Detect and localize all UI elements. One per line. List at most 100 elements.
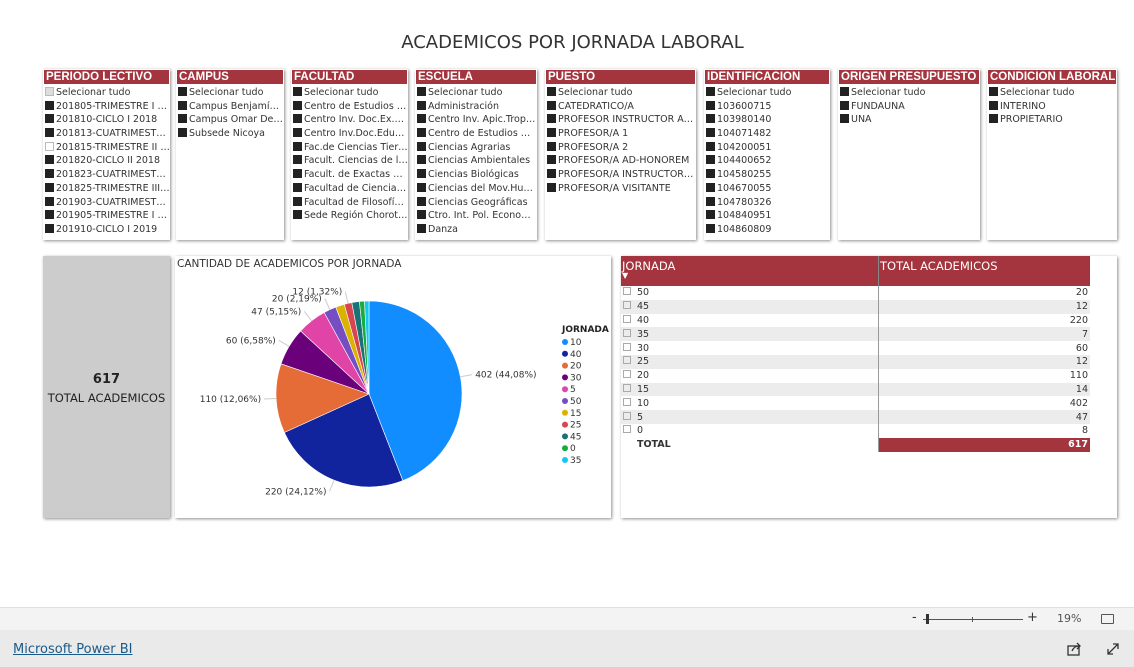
zoom-slider-thumb[interactable] [926,614,929,624]
checkbox-icon[interactable] [706,128,715,138]
slicer-item[interactable]: 201905-TRIMESTRE I 2… [43,209,170,223]
slicer-item[interactable]: Campus Benjamín … [176,100,284,114]
slicer-item[interactable]: UNA [838,113,980,127]
slicer-item[interactable]: 104400652 [704,154,830,168]
slicer-item[interactable]: Sede Región Chorote… [291,209,408,223]
checkbox-icon[interactable] [178,128,187,138]
slicer-item[interactable]: 104780326 [704,196,830,210]
checkbox-icon[interactable] [547,128,556,138]
expand-icon[interactable] [623,383,631,392]
expand-icon[interactable] [623,356,631,365]
expand-icon[interactable] [623,314,631,323]
slicer-item[interactable]: PROFESOR/A AD-HONOREM [545,154,696,168]
legend-item-35[interactable]: 35 [570,456,581,466]
slicer-item[interactable]: Fac.de Ciencias Tierra… [291,141,408,155]
checkbox-icon[interactable] [417,114,426,124]
slicer-item[interactable]: Campus Omar Den… [176,113,284,127]
checkbox-icon[interactable] [706,182,715,192]
power-bi-link[interactable]: Microsoft Power BI [13,642,132,657]
slicer-item[interactable]: Centro de Estudios Ge… [415,127,537,141]
slicer-item[interactable]: 201815-TRIMESTRE II 2… [43,141,170,155]
checkbox-icon[interactable] [547,114,556,124]
expand-icon[interactable] [623,301,631,310]
expand-icon[interactable] [623,411,631,420]
legend-item-50[interactable]: 50 [570,397,582,407]
checkbox-icon[interactable] [989,87,998,96]
legend-item-45[interactable]: 45 [570,432,581,442]
slicer-item[interactable]: Ciencias Geográficas [415,196,537,210]
column-header-total[interactable]: TOTAL ACADEMICOS [878,256,1090,286]
checkbox-icon[interactable] [417,100,426,110]
legend-item-40[interactable]: 40 [570,350,582,360]
share-icon[interactable] [1067,642,1082,656]
checkbox-icon[interactable] [706,155,715,165]
column-header-jornada[interactable]: JORNADA ▼ [621,256,879,286]
fit-to-page-icon[interactable] [1101,614,1114,624]
slicer-item[interactable]: Ciencias Biológicas [415,168,537,182]
slicer-item[interactable]: Selecionar tudo [704,86,830,100]
slicer-item[interactable]: PROFESOR/A VISITANTE [545,182,696,196]
checkbox-icon[interactable] [178,114,187,124]
checkbox-icon[interactable] [989,100,998,110]
checkbox-icon[interactable] [45,155,54,165]
slicer-item[interactable]: 201910-CICLO I 2019 [43,223,170,237]
slicer-item[interactable]: 201813-CUATRIMESTR… [43,127,170,141]
slicer-item[interactable]: Selecionar tudo [545,86,696,100]
checkbox-icon[interactable] [547,87,556,96]
slicer-item[interactable]: 201820-CICLO II 2018 [43,154,170,168]
checkbox-icon[interactable] [45,128,54,138]
slicer-item[interactable]: PROFESOR/A 1 [545,127,696,141]
slicer-item[interactable]: Selecionar tudo [415,86,537,100]
checkbox-icon[interactable] [547,169,556,179]
slicer-item[interactable]: Subsede Nicoya [176,127,284,141]
slicer-item[interactable]: Selecionar tudo [838,86,980,100]
checkbox-icon[interactable] [417,169,426,179]
checkbox-icon[interactable] [706,210,715,220]
checkbox-icon[interactable] [547,182,556,192]
slicer-item[interactable]: PROFESOR/A 2 [545,141,696,155]
sort-descending-icon[interactable]: ▼ [622,272,877,280]
checkbox-icon[interactable] [417,182,426,192]
expand-icon[interactable] [623,425,631,434]
checkbox-icon[interactable] [706,100,715,110]
expand-icon[interactable] [623,397,631,406]
slicer-item[interactable]: Ciencias Agrarias [415,141,537,155]
slicer-item[interactable]: PROFESOR INSTRUCTOR AC… [545,113,696,127]
checkbox-icon[interactable] [706,141,715,151]
slicer-item[interactable]: Facult. Ciencias de la … [291,154,408,168]
slicer-item[interactable]: Facultad de Ciencias … [291,182,408,196]
checkbox-icon[interactable] [293,169,302,179]
legend-item-30[interactable]: 30 [570,373,582,383]
slicer-item[interactable]: PROPIETARIO [987,113,1117,127]
checkbox-icon[interactable] [840,114,849,124]
expand-icon[interactable] [623,287,631,296]
checkbox-icon[interactable] [293,196,302,206]
expand-icon[interactable] [623,342,631,351]
checkbox-icon[interactable] [706,87,715,96]
checkbox-icon[interactable] [417,128,426,138]
checkbox-icon[interactable] [45,196,54,206]
checkbox-icon[interactable] [417,223,426,233]
checkbox-icon[interactable] [547,100,556,110]
checkbox-icon[interactable] [989,114,998,124]
checkbox-icon[interactable] [706,169,715,179]
slicer-item[interactable]: 104200051 [704,141,830,155]
checkbox-icon[interactable] [547,141,556,151]
expand-icon[interactable] [623,328,631,337]
slicer-item[interactable]: 104860809 [704,223,830,237]
checkbox-icon[interactable] [178,87,187,96]
checkbox-icon[interactable] [45,223,54,233]
checkbox-icon[interactable] [45,114,54,124]
slicer-item[interactable]: Selecionar tudo [291,86,408,100]
slicer-item[interactable]: 104580255 [704,168,830,182]
legend-item-10[interactable]: 10 [570,338,582,348]
slicer-item[interactable]: CATEDRATICO/A [545,100,696,114]
checkbox-icon[interactable] [417,141,426,151]
checkbox-icon[interactable] [45,210,54,220]
slicer-item[interactable]: 201825-TRIMESTRE III … [43,182,170,196]
checkbox-icon[interactable] [293,87,302,96]
checkbox-icon[interactable] [417,210,426,220]
slicer-item[interactable]: FUNDAUNA [838,100,980,114]
slicer-item[interactable]: Facult. de Exactas y N… [291,168,408,182]
slicer-item[interactable]: Centro de Estudios G… [291,100,408,114]
